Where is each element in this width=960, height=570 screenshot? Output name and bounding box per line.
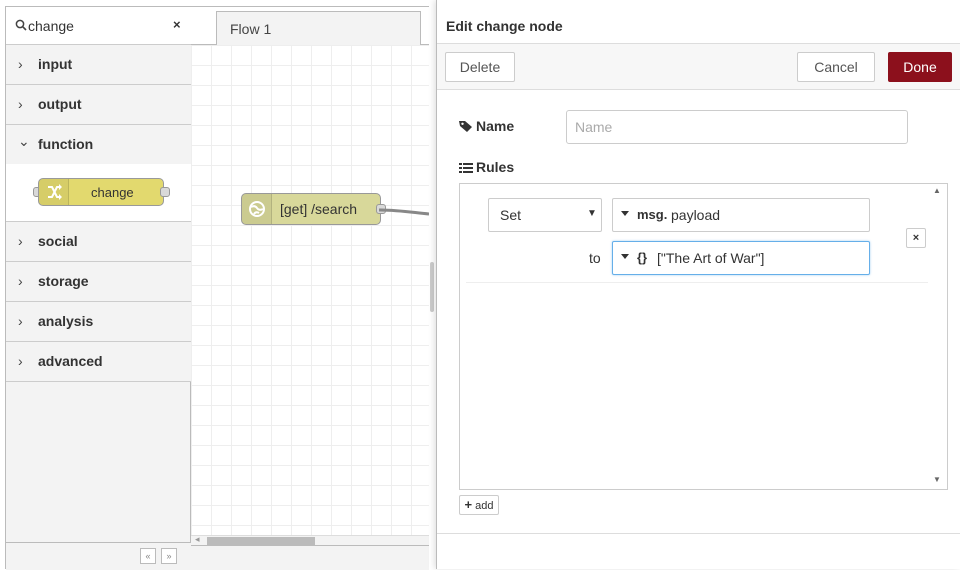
category-analysis[interactable]: › analysis — [6, 302, 191, 342]
plus-icon: + — [464, 497, 473, 512]
category-output[interactable]: › output — [6, 85, 191, 125]
category-function-body: change — [6, 164, 191, 222]
chevron-down-icon: ⌄ — [18, 133, 30, 149]
palette-search[interactable]: change × — [6, 7, 191, 45]
category-label: social — [38, 233, 78, 249]
tray-header: Edit change node — [437, 6, 960, 44]
rule-action-value: Set — [500, 207, 522, 223]
collapse-all-button[interactable]: « — [140, 548, 156, 564]
expand-all-button[interactable]: » — [161, 548, 177, 564]
list-icon — [459, 163, 473, 173]
add-rule-label: add — [475, 500, 494, 512]
shuffle-icon — [39, 179, 69, 205]
rule-value-input[interactable]: {} ["The Art of War"] — [612, 241, 870, 275]
chevron-right-icon: › — [18, 353, 23, 369]
palette-footer: « » — [6, 542, 191, 570]
flow-node-http-in[interactable]: [get] /search — [241, 193, 386, 225]
edit-tray: Edit change node Delete Cancel Done Name… — [436, 0, 960, 569]
scroll-down-arrow-icon[interactable]: ▼ — [933, 475, 941, 484]
palette-sidebar: change × › input › output ⌄ function cha… — [5, 6, 191, 570]
to-label: to — [589, 250, 601, 266]
chevron-right-icon: › — [18, 233, 23, 249]
clear-search-icon[interactable]: × — [173, 17, 181, 32]
workspace-tabbar: Flow 1 — [191, 7, 429, 45]
rules-label-text: Rules — [476, 159, 515, 175]
tray-toolbar: Delete Cancel Done — [437, 44, 960, 90]
palette-search-input[interactable]: change — [28, 18, 74, 34]
tab-label: Flow 1 — [230, 21, 272, 37]
scrollbar-thumb[interactable] — [207, 537, 315, 545]
category-label: advanced — [38, 353, 103, 369]
name-label: Name — [459, 118, 514, 134]
category-label: analysis — [38, 313, 94, 329]
scroll-left-arrow-icon[interactable]: ◂ — [195, 534, 200, 545]
cancel-button[interactable]: Cancel — [797, 52, 875, 82]
chevron-right-icon: › — [18, 96, 23, 112]
rule-row: Set ▼ msg. payload to {} ["The Art of Wa… — [466, 184, 928, 283]
workspace-footer — [191, 545, 429, 570]
node-output-port — [160, 187, 170, 197]
globe-icon — [242, 194, 272, 224]
add-rule-button[interactable]: + add — [459, 495, 499, 515]
category-social[interactable]: › social — [6, 222, 191, 262]
category-label: output — [38, 96, 82, 112]
target-value: payload — [671, 207, 721, 223]
category-label: storage — [38, 273, 89, 289]
category-advanced[interactable]: › advanced — [6, 342, 191, 382]
chevron-right-icon: › — [18, 56, 23, 72]
rules-label: Rules — [459, 159, 514, 175]
name-row: Name — [459, 110, 959, 144]
panel-splitter-handle[interactable] — [430, 262, 434, 312]
chevron-right-icon: › — [18, 313, 23, 329]
dropdown-arrow-icon: ▼ — [587, 208, 597, 219]
search-icon — [15, 19, 27, 31]
delete-button[interactable]: Delete — [445, 52, 515, 82]
remove-rule-button[interactable]: × — [906, 228, 926, 248]
category-label: input — [38, 56, 73, 72]
palette-node-change[interactable]: change — [38, 178, 164, 206]
target-type-label: msg. — [637, 207, 668, 222]
category-storage[interactable]: › storage — [6, 262, 191, 302]
workspace-canvas[interactable]: [get] /search — [191, 45, 429, 535]
type-caret-icon[interactable] — [621, 254, 629, 259]
tray-footer — [437, 533, 960, 569]
rule-target-input[interactable]: msg. payload — [612, 198, 870, 232]
value-type-label: {} — [637, 250, 648, 265]
category-function[interactable]: ⌄ function — [6, 125, 191, 165]
flow-node-label: [get] /search — [280, 201, 358, 217]
tab-flow-1[interactable]: Flow 1 — [216, 11, 421, 45]
wire — [379, 208, 429, 216]
workspace: Flow 1 [get] /search ◂ — [191, 6, 429, 570]
done-button[interactable]: Done — [888, 52, 952, 82]
horizontal-scrollbar[interactable]: ◂ — [191, 534, 429, 545]
name-label-text: Name — [476, 118, 515, 134]
rule-action-select[interactable]: Set ▼ — [488, 198, 602, 232]
chevron-right-icon: › — [18, 273, 23, 289]
tray-title: Edit change node — [446, 18, 563, 34]
rules-list: Set ▼ msg. payload to {} ["The Art of Wa… — [459, 183, 948, 490]
name-input[interactable] — [566, 110, 908, 144]
category-label: function — [38, 136, 94, 152]
rule-value: ["The Art of War"] — [657, 250, 765, 266]
scroll-up-arrow-icon[interactable]: ▲ — [933, 186, 941, 195]
tag-icon — [459, 121, 472, 132]
category-input[interactable]: › input — [6, 45, 191, 85]
type-caret-icon[interactable] — [621, 211, 629, 216]
palette-node-label: change — [91, 185, 134, 200]
